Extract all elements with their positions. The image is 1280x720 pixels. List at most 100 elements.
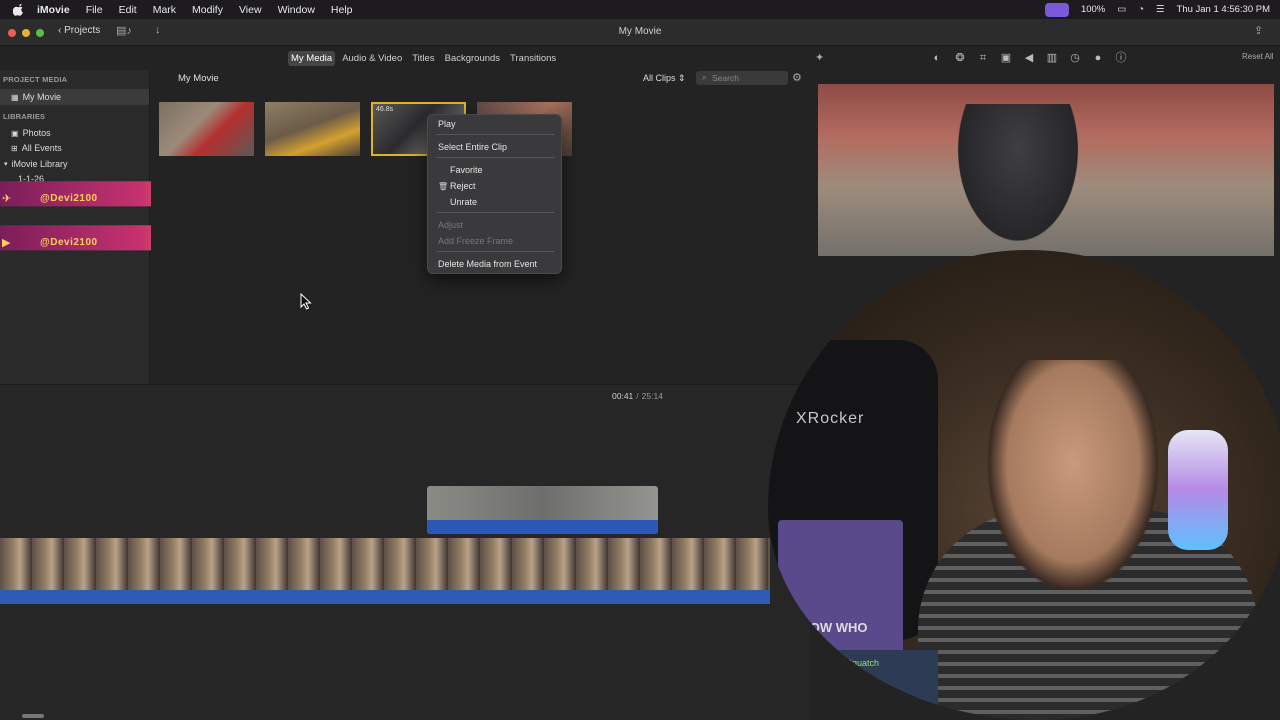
timeline: 00:41/25:14 (0, 384, 810, 720)
twitter-icon: ✈ (2, 193, 12, 205)
primary-audio-waveform[interactable] (0, 590, 770, 604)
menu-app-name[interactable]: iMovie (37, 4, 70, 16)
projects-label: Projects (64, 25, 101, 36)
primary-video-track[interactable] (0, 538, 770, 590)
sidebar-item-label: iMovie Library (11, 159, 68, 169)
current-time: 00:41 (612, 391, 634, 401)
webcam-overlay: XRocker U KNOW WHO Squatch (768, 250, 1280, 720)
product-box-2-label: Squatch (846, 658, 880, 668)
libraries-header: LIBRARIES (3, 112, 46, 121)
crop-icon[interactable]: ⌗ (976, 51, 990, 65)
menu-mark[interactable]: Mark (153, 4, 176, 16)
tab-audio-video[interactable]: Audio & Video (339, 51, 405, 66)
tab-transitions[interactable]: Transitions (507, 51, 559, 66)
menu-item-add-freeze-frame: Add Freeze Frame (438, 236, 514, 246)
search-input[interactable]: Search (696, 71, 788, 85)
menu-edit[interactable]: Edit (119, 4, 137, 16)
menu-divider (436, 212, 555, 213)
menu-item-play[interactable]: Play (438, 117, 456, 131)
menu-item-reject[interactable]: Reject (450, 179, 476, 193)
sidebar-item-label: All Events (21, 143, 62, 153)
streamer-head (988, 360, 1158, 590)
menu-divider (436, 134, 555, 135)
menu-file[interactable]: File (86, 4, 103, 16)
zoom-window-button[interactable] (36, 29, 44, 37)
sidebar-item-photos[interactable]: ▣ Photos (11, 128, 51, 138)
product-box (778, 520, 903, 660)
tab-titles[interactable]: Titles (409, 51, 437, 66)
menu-window[interactable]: Window (278, 4, 315, 16)
video-viewer[interactable] (818, 84, 1274, 256)
status-area: 100% ▭ ◔ ☰ Thu Jan 1 4:56:30 PM (1044, 0, 1270, 19)
broll-audio-waveform (427, 520, 658, 534)
tab-backgrounds[interactable]: Backgrounds (442, 51, 503, 66)
import-icon[interactable]: ↓ (155, 24, 161, 36)
clip-filter-label: All Clips (643, 73, 676, 83)
menu-divider (436, 157, 555, 158)
clip-context-menu: Play Select Entire Clip Favorite 🗑 Rejec… (427, 114, 562, 274)
stabilization-icon[interactable]: ▣ (999, 51, 1013, 65)
time-separator: / (636, 391, 639, 401)
timecode-readout: 00:41/25:14 (612, 391, 663, 401)
film-icon: ▦ (11, 92, 19, 102)
project-media-header: PROJECT MEDIA (3, 75, 68, 84)
battery-percent: 100% (1080, 4, 1106, 15)
color-balance-icon[interactable]: ◐ (930, 51, 944, 65)
reset-all-button[interactable]: Reset All (1242, 52, 1274, 61)
sidebar-item-label: Photos (22, 128, 51, 138)
menu-item-select-entire-clip[interactable]: Select Entire Clip (438, 140, 507, 154)
menu-modify[interactable]: Modify (192, 4, 223, 16)
wifi-icon[interactable]: ◔ (1138, 4, 1144, 15)
menu-bar: iMovie File Edit Mark Modify View Window… (0, 0, 1280, 19)
minimize-window-button[interactable] (22, 29, 30, 37)
clip-filter-icon[interactable]: ● (1091, 51, 1105, 65)
total-time: 25:14 (641, 391, 663, 401)
sidebar-item-all-events[interactable]: ⊞ All Events (11, 143, 62, 153)
noise-reduction-icon[interactable]: ▥ (1045, 51, 1059, 65)
inspector-tools: ◐ ❂ ⌗ ▣ ◀ ▥ ◷ ● ⓘ (930, 51, 1128, 65)
sidebar-item-my-movie[interactable]: ▦ My Movie (0, 89, 149, 105)
battery-icon[interactable]: ▭ (1117, 4, 1126, 15)
menu-divider (436, 251, 555, 252)
mouse-cursor-icon (300, 293, 312, 310)
volume-icon[interactable]: ◀ (1022, 51, 1036, 65)
photos-icon: ▣ (11, 128, 19, 138)
banner-handle: @Devi2100 (40, 237, 98, 248)
microphone (1168, 430, 1228, 550)
events-icon: ⊞ (11, 143, 18, 153)
menu-view[interactable]: View (239, 4, 262, 16)
menu-clock[interactable]: Thu Jan 1 4:56:30 PM (1177, 4, 1270, 15)
clip-thumbnail[interactable] (265, 102, 360, 156)
control-center-icon[interactable]: ☰ (1156, 4, 1165, 15)
stream-icon: ▶ (2, 237, 11, 249)
window-toolbar: ‹ Projects ▤♪ ↓ My Movie ⇪ (0, 19, 1280, 46)
window-title: My Movie (618, 26, 662, 37)
share-icon[interactable]: ⇪ (1254, 24, 1263, 37)
disclosure-down-icon: ▾ (4, 161, 8, 168)
browser-title: My Movie (178, 73, 219, 84)
broll-clip[interactable] (427, 486, 658, 534)
browser-tabs: My Media Audio & Video Titles Background… (288, 51, 559, 66)
speed-icon[interactable]: ◷ (1068, 51, 1082, 65)
sidebar-item-imovie-library[interactable]: ▾ iMovie Library (4, 159, 68, 169)
menu-help[interactable]: Help (331, 4, 353, 16)
color-correction-icon[interactable]: ❂ (953, 51, 967, 65)
viewer-frame-subject (948, 104, 1088, 256)
menu-item-delete-media[interactable]: Delete Media from Event (438, 257, 537, 271)
media-browser-toggle-icon[interactable]: ▤♪ (116, 24, 132, 37)
menu-item-favorite[interactable]: Favorite (450, 163, 483, 177)
clip-thumbnail[interactable] (159, 102, 254, 156)
close-window-button[interactable] (8, 29, 16, 37)
menu-item-unrate[interactable]: Unrate (450, 195, 477, 209)
projects-button[interactable]: ‹ Projects (58, 25, 100, 36)
timeline-scrollbar[interactable] (22, 714, 44, 718)
apple-icon[interactable] (13, 3, 25, 16)
screen-record-icon[interactable] (1044, 2, 1069, 17)
clip-duration: 46.8s (376, 106, 394, 113)
info-icon[interactable]: ⓘ (1114, 51, 1128, 65)
clip-filter-select[interactable]: All Clips ⇕ (643, 73, 686, 84)
menu-item-adjust: Adjust (438, 220, 464, 230)
magic-wand-icon[interactable]: ✦ (815, 51, 824, 64)
tab-my-media[interactable]: My Media (288, 51, 336, 66)
settings-gear-icon[interactable]: ⚙ (792, 71, 802, 84)
